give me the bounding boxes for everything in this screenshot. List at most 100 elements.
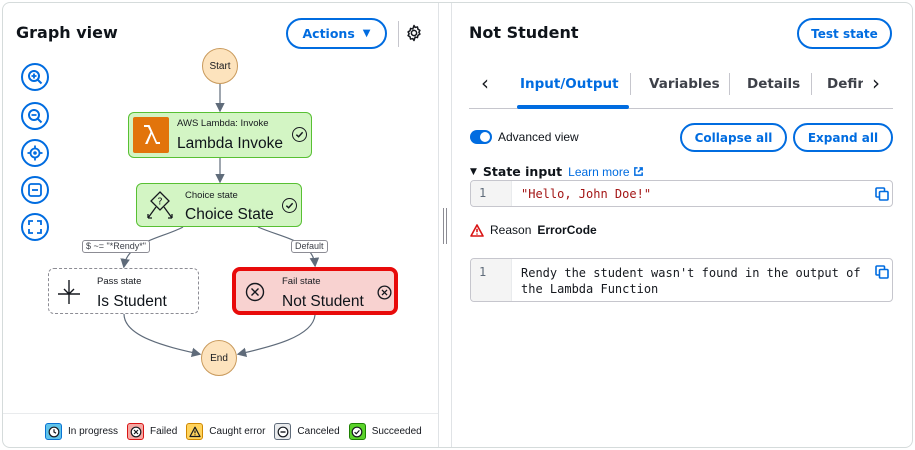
chevron-right-icon[interactable]: › [866,73,886,93]
start-label: Start [209,60,231,72]
legend-caught-error: Caught error [186,423,265,440]
cause-line-1: Rendy the student wasn't found in the ou… [521,266,861,280]
legend-failed: Failed [127,423,177,440]
tab-variables[interactable]: Variables [649,76,720,92]
panel-resize-handle[interactable] [438,3,452,447]
test-state-button[interactable]: Test state [797,18,892,49]
state-input-heading: State input [482,164,563,179]
chevron-left-icon[interactable]: ‹ [475,73,495,93]
legend-label: Failed [150,426,178,437]
locate-icon [27,145,43,161]
legend-label: Canceled [297,426,340,437]
choice-icon: ? [147,191,173,219]
is-student-node[interactable]: Pass state Is Student [48,268,199,314]
copy-icon[interactable] [875,187,889,201]
tab-details[interactable]: Details [747,76,800,92]
end-label: End [210,352,228,364]
center-graph-button[interactable] [21,139,49,167]
choice-type-label: Choice state [185,190,238,201]
advanced-view-label: Advanced view [498,130,579,144]
line-number-gutter [471,259,512,301]
tab-input-output[interactable]: Input/Output [520,76,619,92]
warning-icon [186,423,204,440]
tab-definition[interactable]: Definition [827,76,863,92]
step-functions-execution-frame: Graph view Actions ▼ Start AWS Lambda: I… [2,2,913,448]
edge-pass-to-end [123,313,202,358]
reason-label: Reason [490,223,532,237]
legend-canceled: Canceled [274,423,340,440]
choice-name: Choice State [185,206,274,223]
pass-type-label: Pass state [97,276,142,287]
fullscreen-icon [28,220,42,234]
warning-icon [470,223,484,237]
toggle-knob [480,132,490,142]
fail-name: Not Student [282,293,364,310]
x-circle-icon [377,285,392,300]
zoom-in-button[interactable] [21,63,49,91]
fail-type-label: Fail state [282,276,321,287]
external-link-icon [633,167,643,176]
default-rule-label: Default [291,240,328,253]
edge-fail-to-end [236,314,316,358]
minus-square-icon [28,183,42,197]
line-number: 1 [479,186,487,200]
details-tabs: ‹ Input/Output Variables Details Definit… [469,59,893,109]
status-legend: In progress Failed Caught error Canceled [3,413,438,447]
advanced-view-toggle[interactable] [470,130,492,144]
error-cause-code-editor[interactable]: 1 Rendy the student wasn't found in the … [470,258,893,302]
collapse-graph-button[interactable] [21,176,49,204]
check-circle-icon [292,127,307,142]
svg-text:?: ? [157,197,162,208]
state-input-header[interactable]: ▼ State input Learn more [470,164,644,179]
legend-succeeded: Succeeded [348,423,422,440]
toolbar-divider [398,21,399,47]
check-circle-icon [348,423,366,440]
splitter-border [438,3,439,447]
zoom-out-icon [28,109,43,124]
copy-icon[interactable] [875,265,889,279]
fail-state-icon [245,282,265,302]
expand-all-button[interactable]: Expand all [793,123,893,152]
cause-line-2: the Lambda Function [521,282,659,296]
tab-divider [630,73,631,95]
drag-grip-icon [443,208,447,244]
actions-dropdown-button[interactable]: Actions ▼ [286,18,387,49]
line-number-gutter [471,181,512,206]
fit-to-screen-button[interactable] [21,213,49,241]
learn-more-link[interactable]: Learn more [568,165,643,179]
state-input-code-editor[interactable]: 1 "Hello, John Doe!" [470,180,893,207]
choice-rule-label: $ ~= "*Rendy*" [82,240,150,253]
task-name: Lambda Invoke [177,135,283,152]
actions-label: Actions [302,26,355,41]
caret-down-icon: ▼ [470,166,477,177]
minus-circle-icon [274,423,292,440]
zoom-out-button[interactable] [21,102,49,130]
state-title: Not Student [469,23,579,42]
error-code: ErrorCode [537,223,597,237]
tab-divider [729,73,730,95]
choice-state-node[interactable]: ? Choice state Choice State [136,183,302,227]
x-circle-icon [127,423,145,440]
error-reason: Reason ErrorCode [470,223,597,237]
lambda-invoke-node[interactable]: AWS Lambda: Invoke Lambda Invoke [128,112,312,158]
graph-view-title: Graph view [16,23,118,42]
state-input-value: "Hello, John Doe!" [521,187,652,201]
pass-state-icon [58,280,80,304]
legend-label: Succeeded [371,426,422,437]
not-student-node[interactable]: Fail state Not Student [232,267,398,315]
start-node[interactable]: Start [202,48,238,84]
legend-in-progress: In progress [45,423,118,440]
collapse-all-button[interactable]: Collapse all [680,123,787,152]
check-circle-icon [282,198,297,213]
graph-view-panel: Graph view Actions ▼ Start AWS Lambda: I… [3,3,438,447]
pass-name: Is Student [97,293,167,310]
lambda-icon [133,117,169,153]
learn-more-label: Learn more [568,164,630,179]
legend-label: Caught error [209,426,266,437]
end-node[interactable]: End [201,340,237,376]
task-type-label: AWS Lambda: Invoke [177,118,269,129]
gear-icon[interactable] [405,24,423,42]
state-details-panel: Not Student Test state ‹ Input/Output Va… [452,3,912,447]
line-number: 1 [479,265,487,279]
clock-icon [45,423,62,440]
